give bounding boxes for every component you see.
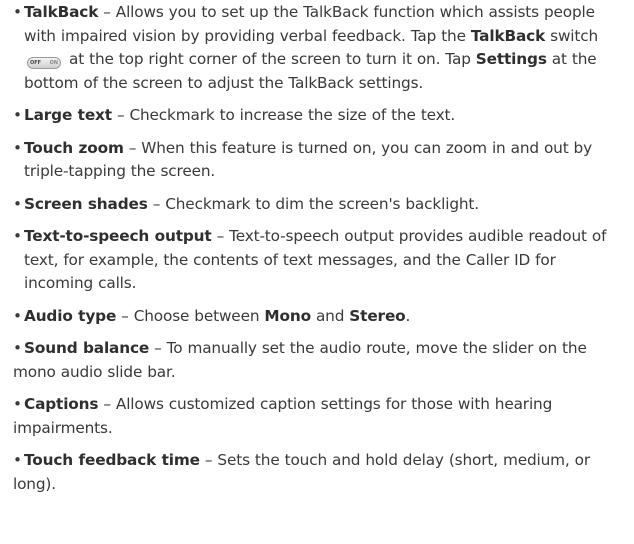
- term-screen-shades: Screen shades: [24, 194, 148, 213]
- list-item-audio-type: • Audio type – Choose between Mono and St…: [13, 305, 614, 329]
- stereo-emphasis: Stereo: [349, 306, 406, 325]
- audio-type-desc-part2: and: [310, 306, 350, 325]
- mono-emphasis: Mono: [264, 306, 311, 325]
- bullet: •: [13, 3, 22, 21]
- term-audio-type: Audio type: [24, 306, 117, 325]
- large-text-desc: – Checkmark to increase the size of the …: [111, 106, 456, 124]
- bullet: •: [13, 227, 22, 245]
- talkback-desc-part3: at the top right corner of the screen to…: [64, 50, 476, 68]
- term-touch-zoom: Touch zoom: [24, 138, 124, 157]
- list-item-captions: • Captions – Allows customized caption se…: [13, 393, 614, 440]
- switch-off-label: OFF: [30, 60, 42, 66]
- term-touch-feedback-time: Touch feedback time: [24, 451, 200, 469]
- screen-shades-desc: – Checkmark to dim the screen's backligh…: [147, 194, 479, 213]
- term-sound-balance: Sound balance: [24, 339, 150, 357]
- list-item-large-text: • Large text – Checkmark to increase the …: [13, 104, 614, 128]
- list-item-touch-zoom: • Touch zoom – When this feature is turne…: [13, 137, 614, 184]
- bullet: •: [13, 339, 22, 357]
- list-item-sound-balance: • Sound balance – To manually set the aud…: [13, 337, 614, 384]
- switch-on-label: ON: [49, 60, 58, 66]
- audio-type-desc-part3: .: [405, 306, 411, 325]
- accessibility-settings-list: • TalkBack – Allows you to set up the Tal…: [0, 0, 634, 544]
- settings-emphasis: Settings: [475, 50, 547, 68]
- bullet: •: [13, 106, 22, 124]
- term-large-text: Large text: [24, 106, 112, 124]
- bullet: •: [13, 306, 22, 325]
- talkback-desc-part2: switch: [545, 26, 599, 45]
- bullet: •: [13, 194, 22, 213]
- audio-type-desc-part1: – Choose between: [116, 306, 265, 325]
- term-talkback: TalkBack: [24, 3, 99, 21]
- talkback-emphasis: TalkBack: [470, 26, 546, 45]
- term-text-to-speech: Text-to-speech output: [24, 227, 212, 245]
- off-on-switch-icon: OFF ON: [27, 57, 61, 69]
- list-item-text-to-speech: • Text-to-speech output – Text-to-speech …: [13, 225, 614, 296]
- bullet: •: [13, 395, 22, 413]
- list-item-talkback: • TalkBack – Allows you to set up the Tal…: [13, 1, 614, 95]
- list-item-screen-shades: • Screen shades – Checkmark to dim the sc…: [13, 193, 614, 217]
- bullet: •: [13, 451, 22, 469]
- list-item-touch-feedback-time: • Touch feedback time – Sets the touch an…: [13, 449, 614, 496]
- term-captions: Captions: [24, 395, 99, 413]
- bullet: •: [13, 138, 22, 157]
